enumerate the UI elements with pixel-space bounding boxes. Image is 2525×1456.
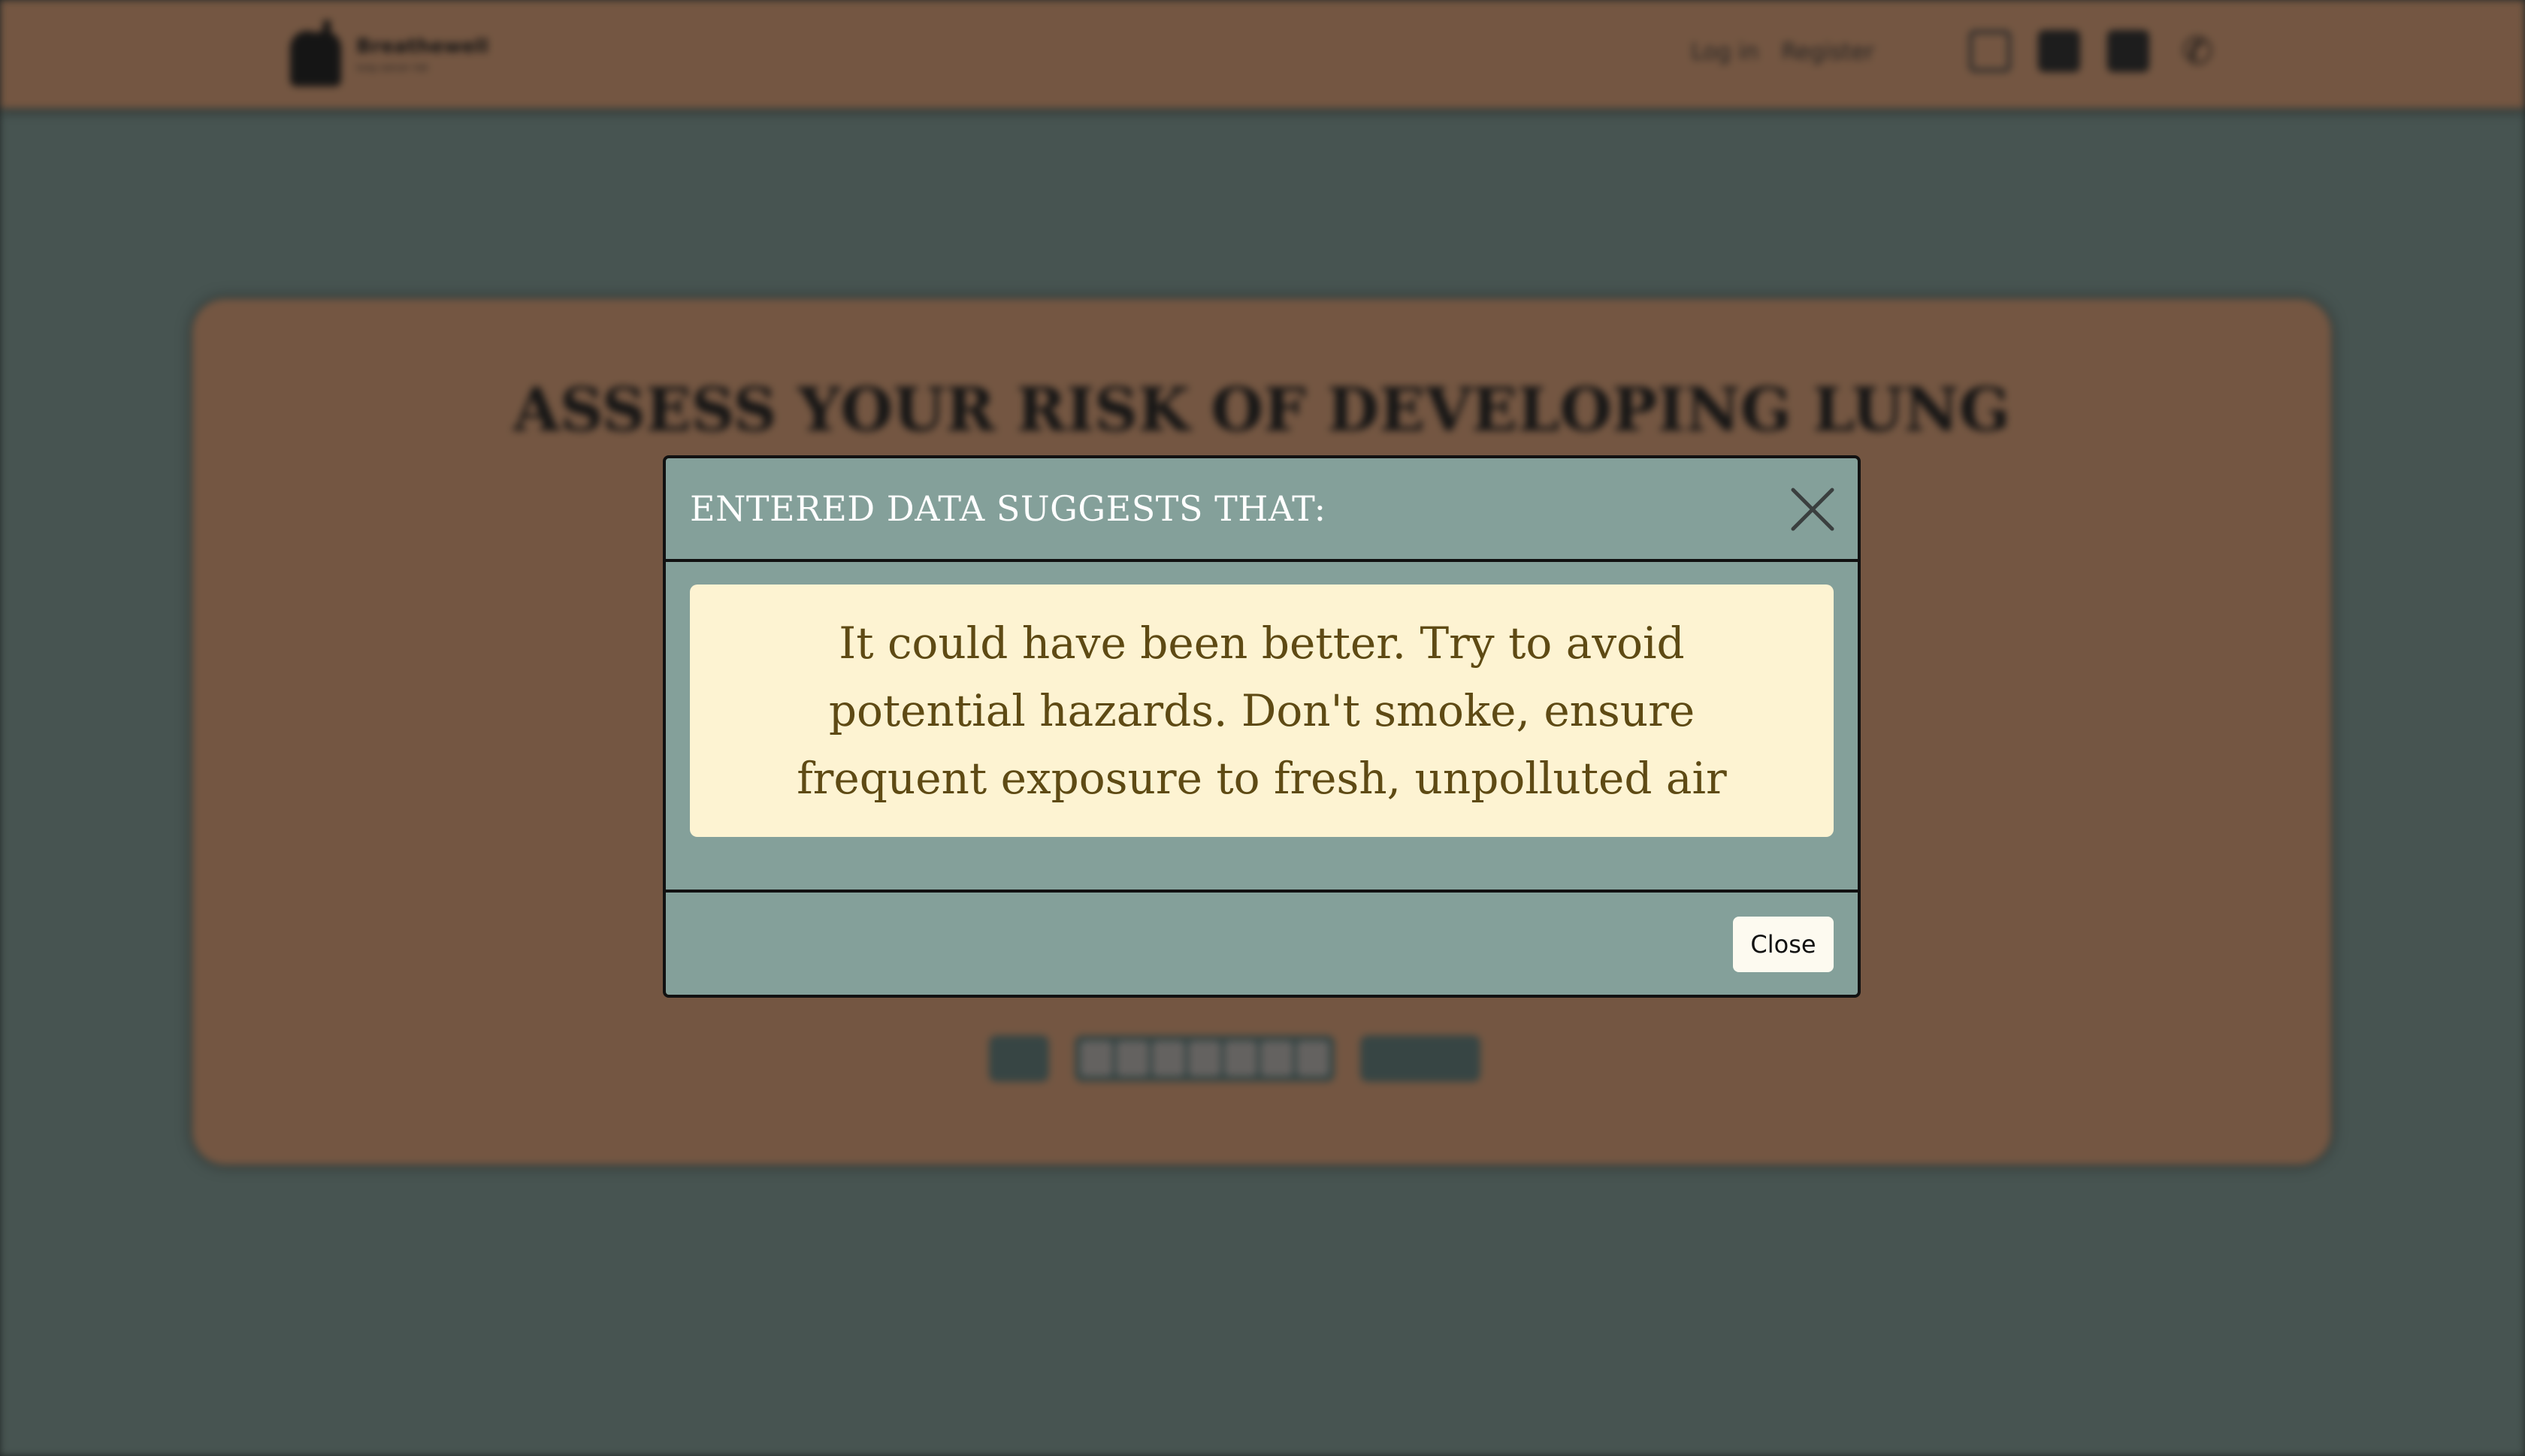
modal-header: ENTERED DATA SUGGESTS THAT: [666, 458, 1858, 562]
close-icon[interactable] [1789, 485, 1837, 533]
result-message: It could have been better. Try to avoid … [690, 585, 1834, 837]
modal-body: It could have been better. Try to avoid … [666, 562, 1858, 837]
modal-footer: Close [666, 890, 1858, 995]
close-button[interactable]: Close [1733, 917, 1834, 972]
result-modal: ENTERED DATA SUGGESTS THAT: It could hav… [663, 455, 1861, 998]
modal-title: ENTERED DATA SUGGESTS THAT: [690, 488, 1326, 529]
